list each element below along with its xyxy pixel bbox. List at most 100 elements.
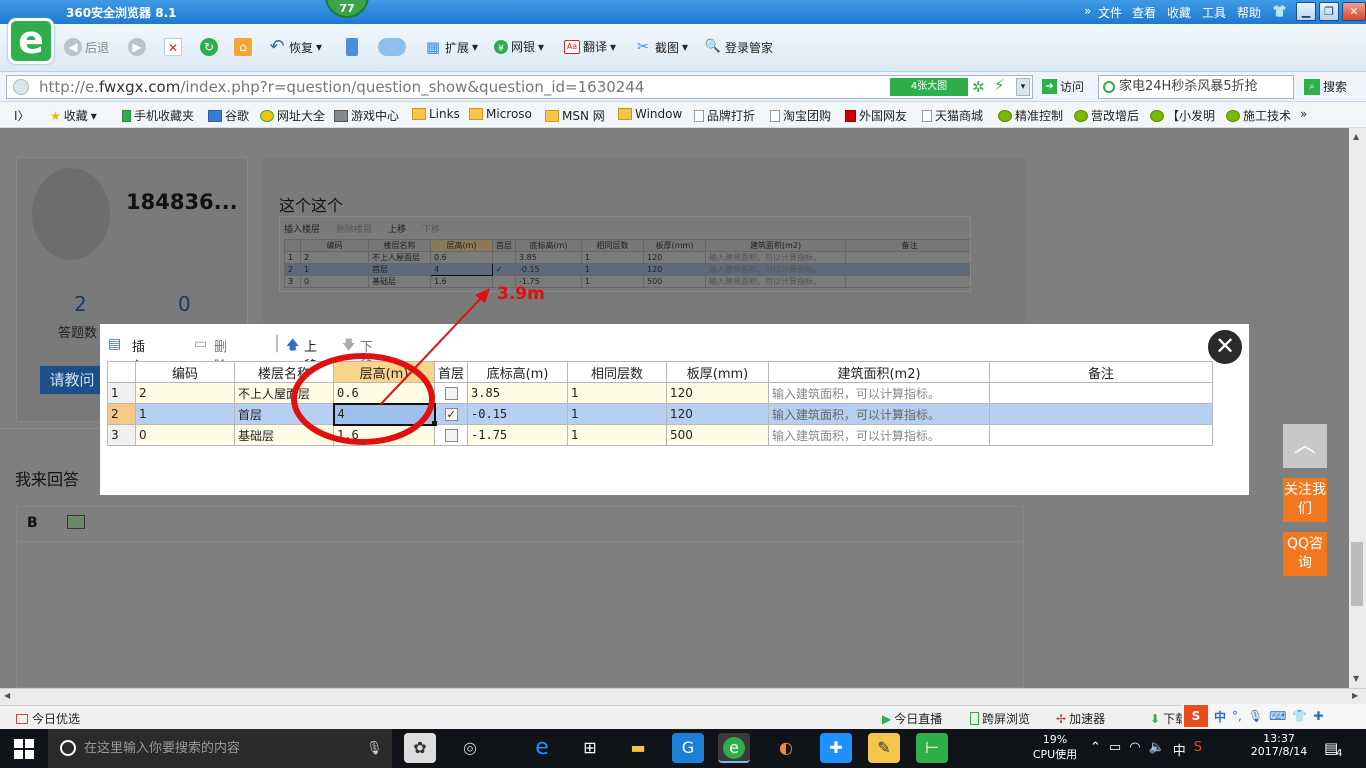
search-input[interactable]: 家电24H秒杀风暴5折抢 bbox=[1098, 75, 1294, 99]
folder-icon bbox=[469, 108, 483, 120]
taskbar-app-5[interactable]: ⊢ bbox=[916, 733, 948, 763]
ime-indicator[interactable]: 中 bbox=[1173, 740, 1186, 759]
minimize-button[interactable]: ▁ bbox=[1296, 2, 1316, 21]
menu-tools[interactable]: 工具 bbox=[1202, 4, 1226, 21]
horizontal-scrollbar[interactable]: ◀ ▶ bbox=[0, 688, 1366, 705]
mobile-button[interactable] bbox=[346, 38, 358, 56]
search-button[interactable]: ⌕ 搜索 bbox=[1304, 78, 1347, 95]
fav-item-invention[interactable]: 【小发明 bbox=[1150, 107, 1215, 124]
close-window-button[interactable]: ✕ bbox=[1342, 2, 1366, 21]
notes-icon[interactable]: ✎ bbox=[868, 733, 900, 763]
arrow-right-icon: ➔ bbox=[1042, 79, 1057, 94]
fav-item-vat[interactable]: 营改增后 bbox=[1074, 107, 1139, 124]
table-row[interactable]: 3 0 基础层 1.6 -1.75 1 500 输入建筑面积，可以计算指标。 bbox=[107, 424, 1213, 446]
restore-window-button[interactable]: ❐ bbox=[1319, 2, 1339, 21]
skin-icon[interactable]: 👕 bbox=[1272, 4, 1287, 18]
compat-icon[interactable]: ✲ bbox=[972, 78, 985, 96]
fav-item-tmall[interactable]: 天猫商城 bbox=[922, 107, 983, 124]
fav-item-google[interactable]: 谷歌 bbox=[208, 107, 249, 124]
scrollbar-thumb[interactable] bbox=[1351, 542, 1363, 606]
volume-icon[interactable]: 🔈 bbox=[1149, 740, 1165, 759]
fav-item-favorites[interactable]: ★ 收藏 ▾ bbox=[50, 107, 97, 124]
taskbar-app-3[interactable]: ◐ bbox=[770, 733, 802, 763]
today-picks[interactable]: 今日优选 bbox=[16, 710, 80, 727]
visit-button[interactable]: ➔ 访问 bbox=[1042, 78, 1084, 95]
fav-item-control[interactable]: 精准控制 bbox=[998, 107, 1063, 124]
system-tray[interactable]: ⌃ ▭ ◠ 🔈 中 S bbox=[1090, 740, 1202, 759]
fav-item-foreign[interactable]: 外国网友 bbox=[845, 107, 907, 124]
cross-screen[interactable]: 跨屏浏览 bbox=[970, 710, 1030, 727]
store-icon[interactable]: ⊞ bbox=[574, 733, 606, 763]
today-live[interactable]: ▶ 今日直播 bbox=[882, 710, 942, 727]
ime-toolbar[interactable]: S 中 °, 🎙 ⌨ 👕 ✚ bbox=[1182, 704, 1366, 728]
sidebar-toggle-icon[interactable]: I〉 bbox=[14, 107, 30, 124]
accelerator[interactable]: ✢ 加速器 bbox=[1056, 710, 1105, 727]
fav-item-microsoft[interactable]: Microso bbox=[469, 107, 532, 121]
translate-button[interactable]: Aa 翻译 ▾ bbox=[564, 38, 616, 55]
windows-start-icon[interactable] bbox=[14, 739, 34, 759]
bold-button[interactable]: B bbox=[27, 515, 38, 531]
menu-favorites[interactable]: 收藏 bbox=[1167, 4, 1191, 21]
screenshot-button[interactable]: ✂ 截图 ▾ bbox=[634, 38, 688, 56]
taskbar-app-1[interactable]: ✿ bbox=[404, 733, 436, 763]
fav-item-mobile[interactable]: 手机收藏夹 bbox=[122, 107, 194, 124]
home-button[interactable]: ⌂ bbox=[234, 38, 252, 56]
taskbar-app-2[interactable]: ◎ bbox=[454, 733, 486, 763]
table-row-selected[interactable]: 2 1 首层 4 ✓ -0.15 1 120 输入建筑面积，可以计算指标。 bbox=[107, 402, 1213, 426]
back-button[interactable]: ◀ 后退 bbox=[64, 38, 109, 56]
scroll-right-icon[interactable]: ▶ bbox=[1352, 691, 1358, 700]
tray-chevron-icon[interactable]: ⌃ bbox=[1090, 740, 1101, 759]
taskbar-app-g[interactable]: G bbox=[672, 733, 704, 763]
taskbar-search-input[interactable]: 在这里输入你要搜索的内容 🎙 bbox=[48, 729, 392, 768]
fav-item-construction[interactable]: 施工技术 bbox=[1226, 107, 1291, 124]
cpu-meter[interactable]: 19% CPU使用 bbox=[1032, 733, 1078, 762]
scroll-up-icon[interactable]: ▲ bbox=[1353, 132, 1359, 141]
taskbar-app-4[interactable]: ✚ bbox=[820, 733, 852, 763]
restore-tab-button[interactable]: ↶ 恢复 ▾ bbox=[268, 38, 322, 56]
fav-item-sites[interactable]: 网址大全 bbox=[260, 107, 325, 124]
refresh-button[interactable]: ↻ bbox=[200, 38, 218, 56]
cloud-button[interactable] bbox=[378, 38, 406, 56]
url-dropdown-icon[interactable]: ▾ bbox=[1016, 78, 1030, 96]
network-icon[interactable]: ▭ bbox=[1109, 740, 1121, 759]
fav-item-links[interactable]: Links bbox=[412, 107, 460, 121]
menu-file[interactable]: 文件 bbox=[1098, 4, 1122, 21]
notification-count: 4 bbox=[1336, 748, 1343, 759]
table-row[interactable]: 1 2 不上人屋面层 0.6 3.85 1 120 输入建筑面积，可以计算指标。 bbox=[107, 382, 1213, 404]
netbank-button[interactable]: ¥ 网银 ▾ bbox=[494, 38, 544, 55]
explorer-icon[interactable]: ▬ bbox=[622, 733, 654, 763]
fav-item-games[interactable]: 游戏中心 bbox=[334, 107, 399, 124]
fav-item-taobao[interactable]: 淘宝团购 bbox=[770, 107, 831, 124]
qq-consult-button[interactable]: QQ咨询 bbox=[1283, 532, 1327, 576]
clock[interactable]: 13:37 2017/8/14 bbox=[1246, 732, 1312, 758]
wechat-icon bbox=[1150, 109, 1164, 122]
menu-view[interactable]: 查看 bbox=[1132, 4, 1156, 21]
big-image-button[interactable]: 4张大图 bbox=[890, 78, 968, 96]
wifi-icon[interactable]: ◠ bbox=[1129, 740, 1140, 759]
menu-chevron-icon[interactable]: » bbox=[1084, 4, 1091, 18]
edge-icon[interactable]: e bbox=[526, 733, 558, 763]
menu-help[interactable]: 帮助 bbox=[1237, 4, 1261, 21]
forward-button[interactable]: ▶ bbox=[128, 38, 146, 56]
url-input[interactable]: http://e.fwxgx.com/index.php?r=question/… bbox=[6, 75, 1033, 99]
browser-360-icon[interactable]: e bbox=[718, 733, 750, 763]
fav-more-icon[interactable]: » bbox=[1300, 107, 1307, 121]
scroll-down-icon[interactable]: ▼ bbox=[1353, 674, 1359, 683]
speed-mode-icon[interactable]: ⚡ bbox=[994, 76, 1005, 94]
fav-item-msn[interactable]: MSN 网 bbox=[545, 107, 605, 124]
stop-button[interactable]: ✕ bbox=[164, 38, 182, 56]
fav-item-windows[interactable]: Window bbox=[618, 107, 682, 121]
username[interactable]: 184836... bbox=[126, 190, 238, 214]
login-manager-button[interactable]: 🔍 登录管家 bbox=[704, 38, 773, 56]
search-engine-icon bbox=[1103, 81, 1115, 93]
sogou-tray-icon[interactable]: S bbox=[1194, 740, 1202, 759]
question-text: 这个这个 bbox=[279, 196, 344, 215]
image-icon[interactable] bbox=[67, 515, 85, 529]
ask-button[interactable]: 请教问 bbox=[40, 366, 104, 394]
close-modal-button[interactable]: ✕ bbox=[1206, 328, 1244, 366]
scroll-left-icon[interactable]: ◀ bbox=[4, 691, 10, 700]
follow-us-button[interactable]: 关注我们 bbox=[1283, 478, 1327, 522]
back-to-top-button[interactable]: ︿ bbox=[1283, 424, 1327, 468]
extend-button[interactable]: ▦ 扩展 ▾ bbox=[424, 38, 478, 56]
fav-item-brand[interactable]: 品牌打折 bbox=[694, 107, 755, 124]
